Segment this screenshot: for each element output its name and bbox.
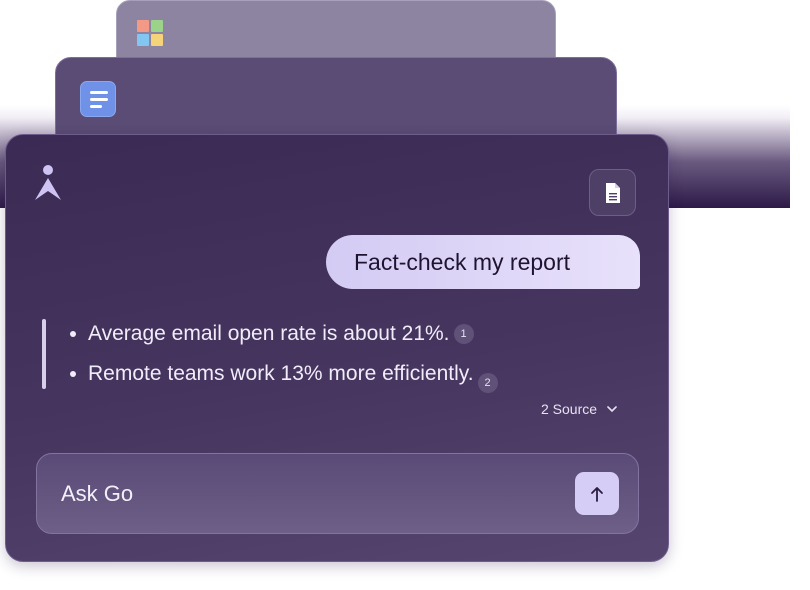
ask-input[interactable]	[37, 454, 557, 533]
answer-list: Average email open rate is about 21%. 1 R…	[66, 319, 498, 399]
arrow-up-icon	[591, 486, 603, 502]
google-docs-icon	[80, 81, 116, 117]
sources-label: 2 Source	[541, 401, 598, 417]
document-icon	[605, 182, 620, 203]
attach-document-button[interactable]	[589, 169, 636, 216]
answer-quote-bar	[42, 319, 46, 389]
composer	[36, 453, 639, 534]
user-message: Fact-check my report	[326, 235, 640, 289]
send-button[interactable]	[575, 472, 619, 515]
citation-badge[interactable]: 1	[453, 324, 474, 345]
answer-text: Remote teams work 13% more efficiently.	[88, 362, 474, 385]
go-logo-icon	[35, 165, 61, 200]
answer-text: Average email open rate is about 21%.	[88, 322, 450, 345]
sources-toggle[interactable]: 2 Source	[541, 401, 617, 417]
citation-badge[interactable]: 2	[477, 373, 498, 393]
chat-window: Fact-check my report Average email open …	[5, 134, 669, 562]
list-item: Average email open rate is about 21%. 1	[66, 319, 498, 359]
list-item: Remote teams work 13% more efficiently. 2	[66, 359, 498, 399]
microsoft-logo-icon	[137, 20, 164, 47]
chevron-down-icon	[607, 405, 617, 412]
